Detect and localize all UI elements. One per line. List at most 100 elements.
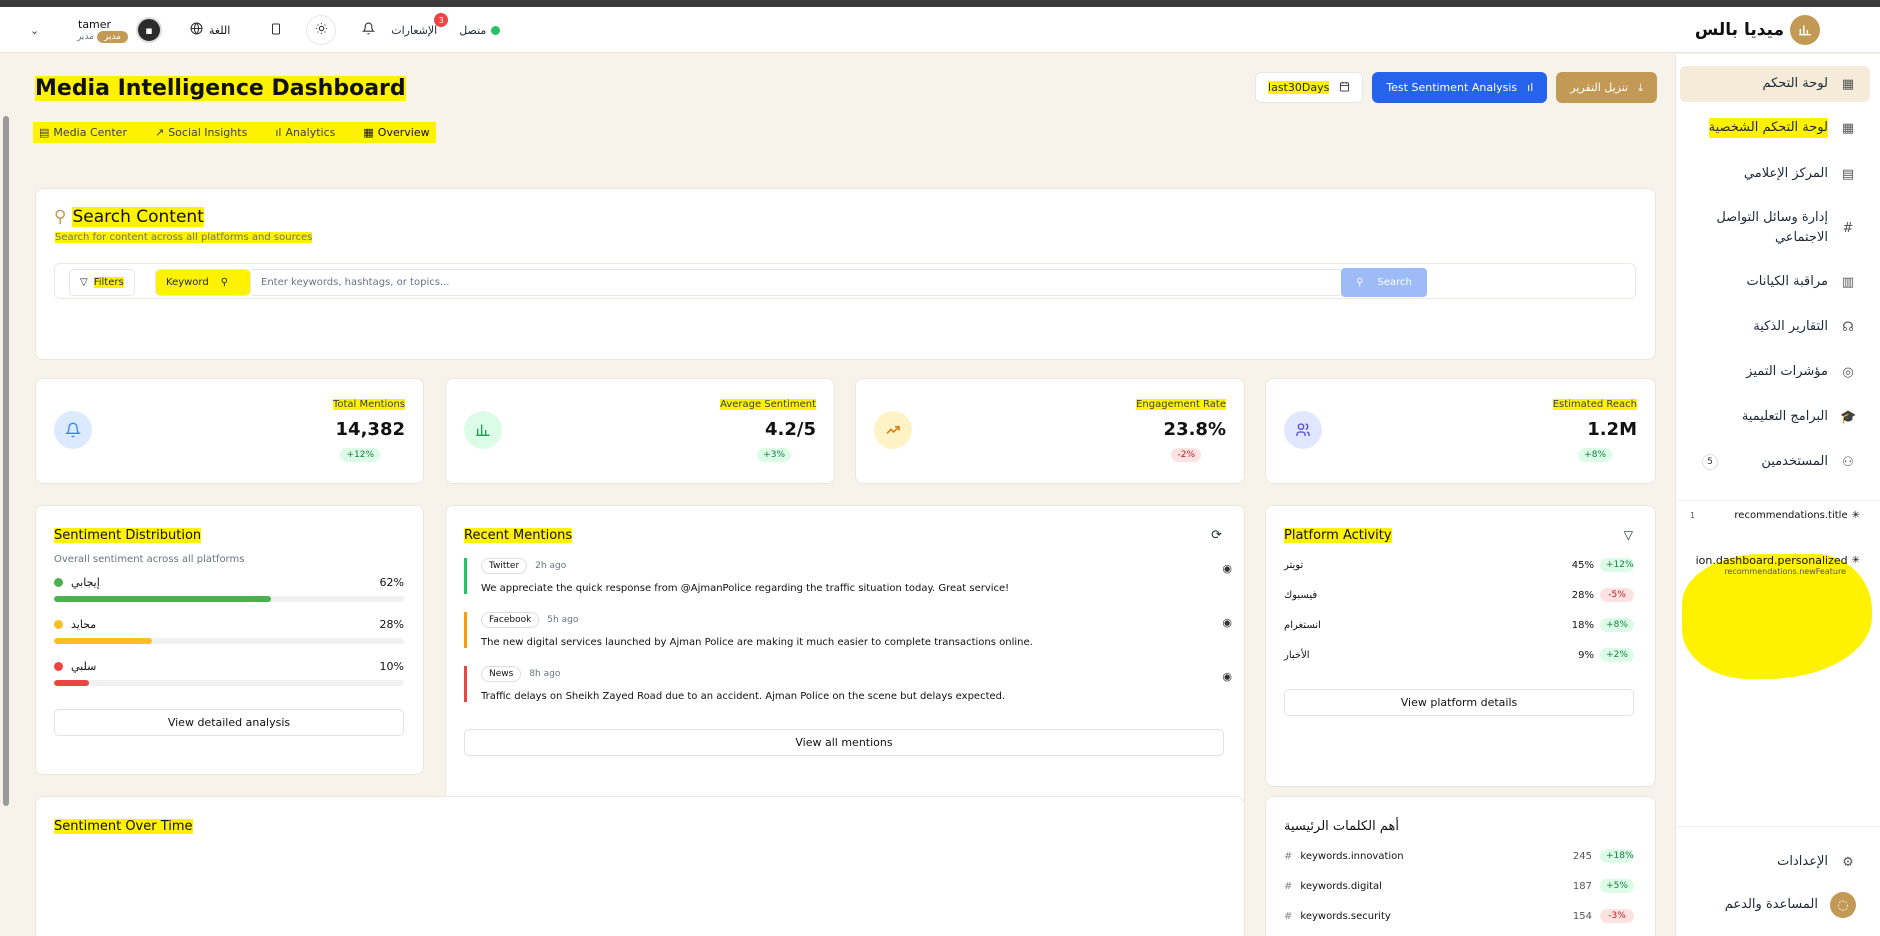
tab-overview[interactable]: ▦ Overview <box>363 126 429 139</box>
search-button[interactable]: ⚲ Search <box>1341 268 1427 297</box>
mention-source: News <box>481 666 522 682</box>
view-detailed-analysis-button[interactable]: View detailed analysis <box>54 709 404 736</box>
sidebar-item-users[interactable]: 5 المستخدمين ⚇ <box>1680 452 1870 472</box>
notifications-button[interactable]: الإشعارات 3 <box>362 13 449 38</box>
bell-icon <box>54 411 92 449</box>
search-mode-select[interactable]: Keyword ⚲ <box>155 269 251 296</box>
tab-analytics[interactable]: ıl Analytics <box>275 126 335 139</box>
bar-chart-icon <box>464 411 502 449</box>
mention-item[interactable]: News 8h ago Traffic delays on Sheikh Zaye… <box>464 666 1232 702</box>
tab-media-center[interactable]: ▤ Media Center <box>39 126 127 139</box>
stat-label: Estimated Reach <box>1552 399 1637 410</box>
chevron-down-icon[interactable]: ⌄ <box>30 24 52 37</box>
download-label: تنزيل التقرير <box>1570 81 1629 94</box>
graduation-icon: 🎓 <box>1840 409 1857 425</box>
eye-icon[interactable]: ◉ <box>1222 616 1232 629</box>
stat-label: Engagement Rate <box>1136 399 1226 410</box>
refresh-icon[interactable]: ⟳ <box>1211 528 1222 543</box>
brain-icon: ☊ <box>1842 319 1854 335</box>
brand[interactable]: ميديا بالس <box>1695 15 1820 45</box>
device-button[interactable] <box>270 22 282 39</box>
mention-item[interactable]: Facebook 5h ago The new digital services … <box>464 612 1232 648</box>
sidebar-item-dashboard[interactable]: لوحة التحكم ▦ <box>1680 66 1870 102</box>
user-menu[interactable]: tamer مدير مدير <box>58 18 128 43</box>
view-platform-details-button[interactable]: View platform details <box>1284 689 1634 716</box>
sidebar-item-entity-monitoring[interactable]: مراقبة الكيانات ▥ <box>1680 272 1870 292</box>
user-name: tamer <box>78 17 112 31</box>
filter-icon[interactable]: ▽ <box>1624 528 1633 542</box>
keyword-row[interactable]: # keywords.innovation 245 +18% <box>1284 849 1634 863</box>
hash-icon: # <box>1842 220 1854 236</box>
view-tabs: ▤ Media Center ↗ Social Insights ıl Analyti… <box>33 122 436 143</box>
search-title: ⚲ Search Content <box>54 207 204 227</box>
stat-value: 1.2M <box>1587 419 1637 440</box>
platform-delta: +2% <box>1600 648 1634 662</box>
test-sentiment-button[interactable]: Test Sentiment Analysis ıl <box>1372 72 1548 103</box>
page-title: Media Intelligence Dashboard <box>35 76 406 101</box>
stat-value: 23.8% <box>1163 419 1226 440</box>
sentiment-label: إيجابي <box>71 576 100 589</box>
eye-icon[interactable]: ◉ <box>1222 670 1232 683</box>
recommendation-item[interactable]: ion.dashboard.personalized ✳ recommendat… <box>1690 554 1860 576</box>
mention-text: The new digital services launched by Ajm… <box>481 637 1033 648</box>
filters-button[interactable]: ▽ Filters <box>69 269 135 296</box>
platform-pct: 18% <box>1571 619 1594 631</box>
avatar[interactable]: ▪ <box>136 17 162 43</box>
sentiment-row-positive: إيجابي 62% <box>54 576 404 602</box>
eye-icon[interactable]: ◉ <box>1222 562 1232 575</box>
sidebar-item-help[interactable]: المساعدة والدعم ◌ <box>1680 892 1870 918</box>
connection-status: متصل <box>459 24 501 37</box>
scrollbar[interactable] <box>3 116 9 806</box>
sidebar-item-label: البرامج التعليمية <box>1741 409 1828 424</box>
keyword-delta: +18% <box>1600 849 1634 863</box>
trending-up-icon <box>874 411 912 449</box>
tab-social-insights[interactable]: ↗ Social Insights <box>155 126 247 139</box>
sidebar-item-label: لوحة التحكم <box>1762 76 1828 91</box>
positive-dot-icon <box>54 578 63 587</box>
sentiment-row-negative: سلبي 10% <box>54 660 404 686</box>
search-input[interactable] <box>251 269 1341 296</box>
brand-logo-icon <box>1790 15 1820 45</box>
platform-row: تويتر 45% +12% <box>1284 558 1634 572</box>
top-keywords-card: أهم الكلمات الرئيسية # keywords.innovatio… <box>1265 796 1656 936</box>
calendar-icon <box>1339 81 1350 95</box>
stat-card-reach: Estimated Reach 1.2M +8% <box>1265 378 1656 484</box>
mention-item[interactable]: Twitter 2h ago We appreciate the quick re… <box>464 558 1232 594</box>
platform-delta: +12% <box>1600 558 1634 572</box>
globe-icon <box>190 22 203 38</box>
stat-value: 4.2/5 <box>765 419 816 440</box>
theme-toggle[interactable] <box>306 15 337 45</box>
recommendations-header[interactable]: 1 recommendations.title ✳ <box>1690 510 1860 521</box>
date-range-button[interactable]: last30Days <box>1255 72 1364 103</box>
mention-source: Twitter <box>481 558 528 574</box>
keyword-row[interactable]: # keywords.digital 187 +5% <box>1284 879 1634 893</box>
sidebar-item-tutorials[interactable]: البرامج التعليمية 🎓 <box>1680 407 1870 427</box>
search-icon: ⚲ <box>1356 277 1364 288</box>
header-actions: ⤓ تنزيل التقرير Test Sentiment Analysis … <box>1255 72 1657 103</box>
sidebar-item-social-media[interactable]: إدارة وسائل التواصل الاجتماعي # <box>1680 208 1870 248</box>
download-report-button[interactable]: ⤓ تنزيل التقرير <box>1556 72 1657 103</box>
stat-delta: -2% <box>1171 448 1201 462</box>
sentiment-pct: 62% <box>379 576 404 589</box>
sidebar-item-personal-dashboard[interactable]: لوحة التحكم الشخصية ▦ <box>1680 118 1870 138</box>
users-icon <box>1284 411 1322 449</box>
sidebar-item-smart-reports[interactable]: التقارير الذكية ☊ <box>1680 317 1870 337</box>
language-button[interactable]: اللغة <box>190 22 230 38</box>
view-all-mentions-button[interactable]: View all mentions <box>464 729 1224 756</box>
mention-text: Traffic delays on Sheikh Zayed Road due … <box>481 691 1006 702</box>
platform-delta: -5% <box>1600 588 1634 602</box>
sidebar-item-media-center[interactable]: المركز الإعلامي ▤ <box>1680 164 1870 184</box>
status-dot-icon <box>491 25 501 35</box>
gear-icon: ⚙ <box>1842 854 1854 870</box>
sidebar-item-settings[interactable]: الإعدادات ⚙ <box>1680 852 1870 872</box>
keyword-row[interactable]: # keywords.security 154 -3% <box>1284 909 1634 923</box>
card-subtitle: Overall sentiment across all platforms <box>54 554 245 565</box>
platform-pct: 45% <box>1571 559 1594 571</box>
search-button-label: Search <box>1377 277 1412 288</box>
sentiment-row-neutral: محايد 28% <box>54 618 404 644</box>
card-title: Sentiment Over Time <box>54 819 193 834</box>
platform-activity-card: Platform Activity ▽ تويتر 45% +12% فيسبو… <box>1265 505 1656 787</box>
search-icon: ⚲ <box>54 207 67 227</box>
sidebar-item-excellence-indicators[interactable]: مؤشرات التميز ◎ <box>1680 362 1870 382</box>
sparkle-icon: ✳ <box>1851 510 1860 521</box>
